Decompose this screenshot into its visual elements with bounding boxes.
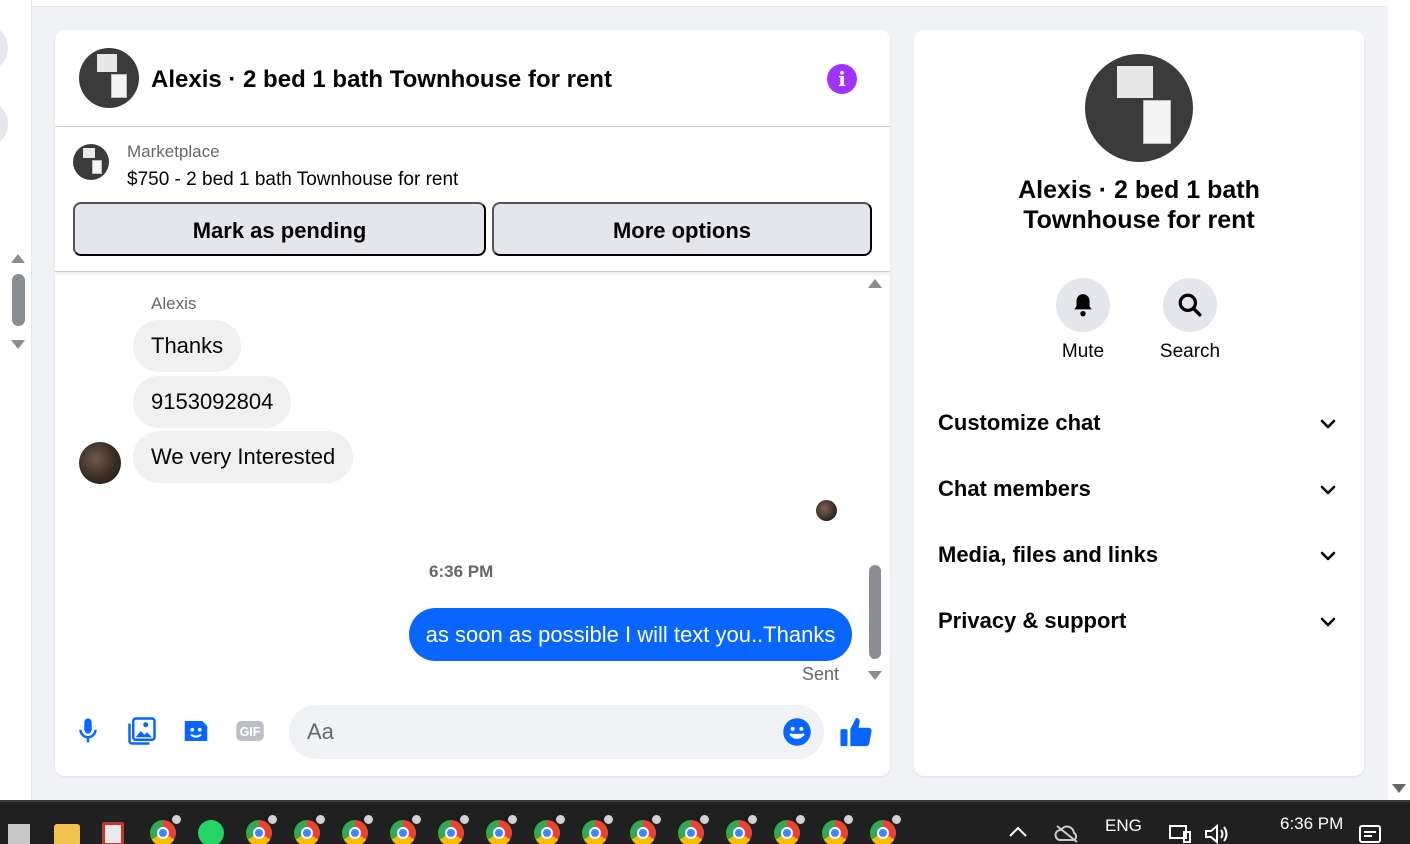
top-band <box>32 0 1388 7</box>
outgoing-message[interactable]: as soon as possible I will text you..Tha… <box>409 608 852 661</box>
chrome-icon[interactable] <box>630 814 662 844</box>
contact-avatar[interactable] <box>79 442 121 484</box>
gif-icon[interactable]: GIF <box>235 716 265 746</box>
search-button[interactable]: Search <box>1150 278 1230 363</box>
chevron-down-icon <box>1320 419 1336 429</box>
chat-members-section[interactable]: Chat members <box>938 470 1348 510</box>
chrome-icon[interactable] <box>870 814 902 844</box>
sender-name: Alexis <box>151 294 197 313</box>
chat-header: Alexis · 2 bed 1 bath Townhouse for rent… <box>55 30 890 127</box>
incoming-message[interactable]: Thanks <box>133 320 242 372</box>
privacy-support-section[interactable]: Privacy & support <box>938 602 1348 642</box>
cloud-offline-icon[interactable] <box>1054 824 1080 844</box>
thumbs-up-icon[interactable] <box>839 715 873 749</box>
chevron-up-icon[interactable] <box>1006 824 1030 840</box>
scrollbar-thumb[interactable] <box>869 565 881 659</box>
scroll-down-arrow[interactable] <box>868 671 882 680</box>
incoming-message[interactable]: 9153092804 <box>133 376 292 428</box>
chrome-icon[interactable] <box>678 814 710 844</box>
chrome-icon[interactable] <box>582 814 614 844</box>
app-icon[interactable] <box>102 822 124 844</box>
chrome-icon[interactable] <box>774 814 806 844</box>
read-receipt-avatar <box>816 500 837 521</box>
taskbar: ENG 6:36 PM <box>0 800 1410 844</box>
listing-title[interactable]: $750 - 2 bed 1 bath Townhouse for rent <box>127 169 458 191</box>
chrome-icon[interactable] <box>822 814 854 844</box>
svg-text:GIF: GIF <box>240 725 261 739</box>
mute-button[interactable]: Mute <box>1043 278 1123 363</box>
sticker-icon[interactable] <box>181 716 211 746</box>
left-nav-strip <box>0 0 32 800</box>
chrome-icon[interactable] <box>246 814 278 844</box>
message-list: Alexis Thanks 9153092804 We very Interes… <box>55 273 890 693</box>
section-label: Media, files and links <box>938 542 1159 567</box>
file-explorer-icon[interactable] <box>54 824 80 844</box>
conversation-avatar[interactable] <box>1085 54 1193 162</box>
search-label: Search <box>1159 341 1221 362</box>
page-scrollbar[interactable] <box>1388 0 1410 800</box>
chevron-down-icon <box>1320 617 1336 627</box>
incoming-message[interactable]: We very Interested <box>133 431 354 483</box>
chrome-icon[interactable] <box>438 814 470 844</box>
section-label: Chat members <box>938 476 1091 501</box>
marketplace-banner: Marketplace $750 - 2 bed 1 bath Townhous… <box>55 127 890 272</box>
media-files-links-section[interactable]: Media, files and links <box>938 536 1348 576</box>
chrome-icon[interactable] <box>390 814 422 844</box>
search-icon <box>1178 293 1202 317</box>
photo-icon[interactable] <box>127 716 157 746</box>
network-icon[interactable] <box>1168 824 1192 844</box>
message-composer: GIF <box>55 703 890 763</box>
nav-avatar[interactable] <box>0 28 8 68</box>
customize-chat-section[interactable]: Customize chat <box>938 404 1348 444</box>
delivery-status: Sent <box>802 664 840 684</box>
more-options-button[interactable]: More options <box>492 202 872 256</box>
mute-label: Mute <box>1061 341 1105 362</box>
chrome-icon[interactable] <box>294 814 326 844</box>
volume-icon[interactable] <box>1204 824 1230 844</box>
emoji-icon[interactable] <box>782 717 812 747</box>
whatsapp-icon[interactable] <box>198 820 224 844</box>
chrome-icon[interactable] <box>486 814 518 844</box>
start-icon[interactable] <box>8 824 30 844</box>
conversation-title[interactable]: Alexis · 2 bed 1 bath Townhouse for rent <box>151 66 612 94</box>
section-label: Privacy & support <box>938 608 1127 633</box>
section-label: Customize chat <box>938 410 1101 435</box>
chevron-down-icon <box>1320 485 1336 495</box>
marketplace-label: Marketplace <box>127 142 220 161</box>
message-input[interactable] <box>289 705 824 759</box>
clock-time[interactable]: 6:36 PM <box>1280 814 1343 834</box>
language-indicator[interactable]: ENG <box>1105 816 1142 836</box>
info-title: Alexis · 2 bed 1 bath Townhouse for rent <box>1018 176 1260 234</box>
mark-as-pending-button[interactable]: Mark as pending <box>73 202 486 256</box>
notification-icon[interactable] <box>1358 824 1382 844</box>
listing-thumbnail[interactable] <box>73 144 109 180</box>
bell-icon <box>1074 294 1092 317</box>
info-icon[interactable]: i <box>827 64 857 94</box>
scroll-down-arrow[interactable] <box>11 340 25 349</box>
chrome-icon[interactable] <box>726 814 758 844</box>
scroll-down-arrow[interactable] <box>1392 784 1406 793</box>
nav-avatar[interactable] <box>0 104 8 144</box>
scrollbar-thumb[interactable] <box>12 274 25 326</box>
chrome-icon[interactable] <box>534 814 566 844</box>
scroll-up-arrow[interactable] <box>11 254 25 263</box>
chat-panel: Alexis · 2 bed 1 bath Townhouse for rent… <box>55 30 890 776</box>
chevron-down-icon <box>1320 551 1336 561</box>
microphone-icon[interactable] <box>73 716 103 746</box>
chat-info-panel: Alexis · 2 bed 1 bath Townhouse for rent… <box>914 30 1364 776</box>
chrome-icon[interactable] <box>342 814 374 844</box>
scroll-up-arrow[interactable] <box>868 279 882 288</box>
message-timestamp: 6:36 PM <box>429 562 494 581</box>
conversation-avatar[interactable] <box>79 48 139 108</box>
chrome-icon[interactable] <box>150 814 182 844</box>
